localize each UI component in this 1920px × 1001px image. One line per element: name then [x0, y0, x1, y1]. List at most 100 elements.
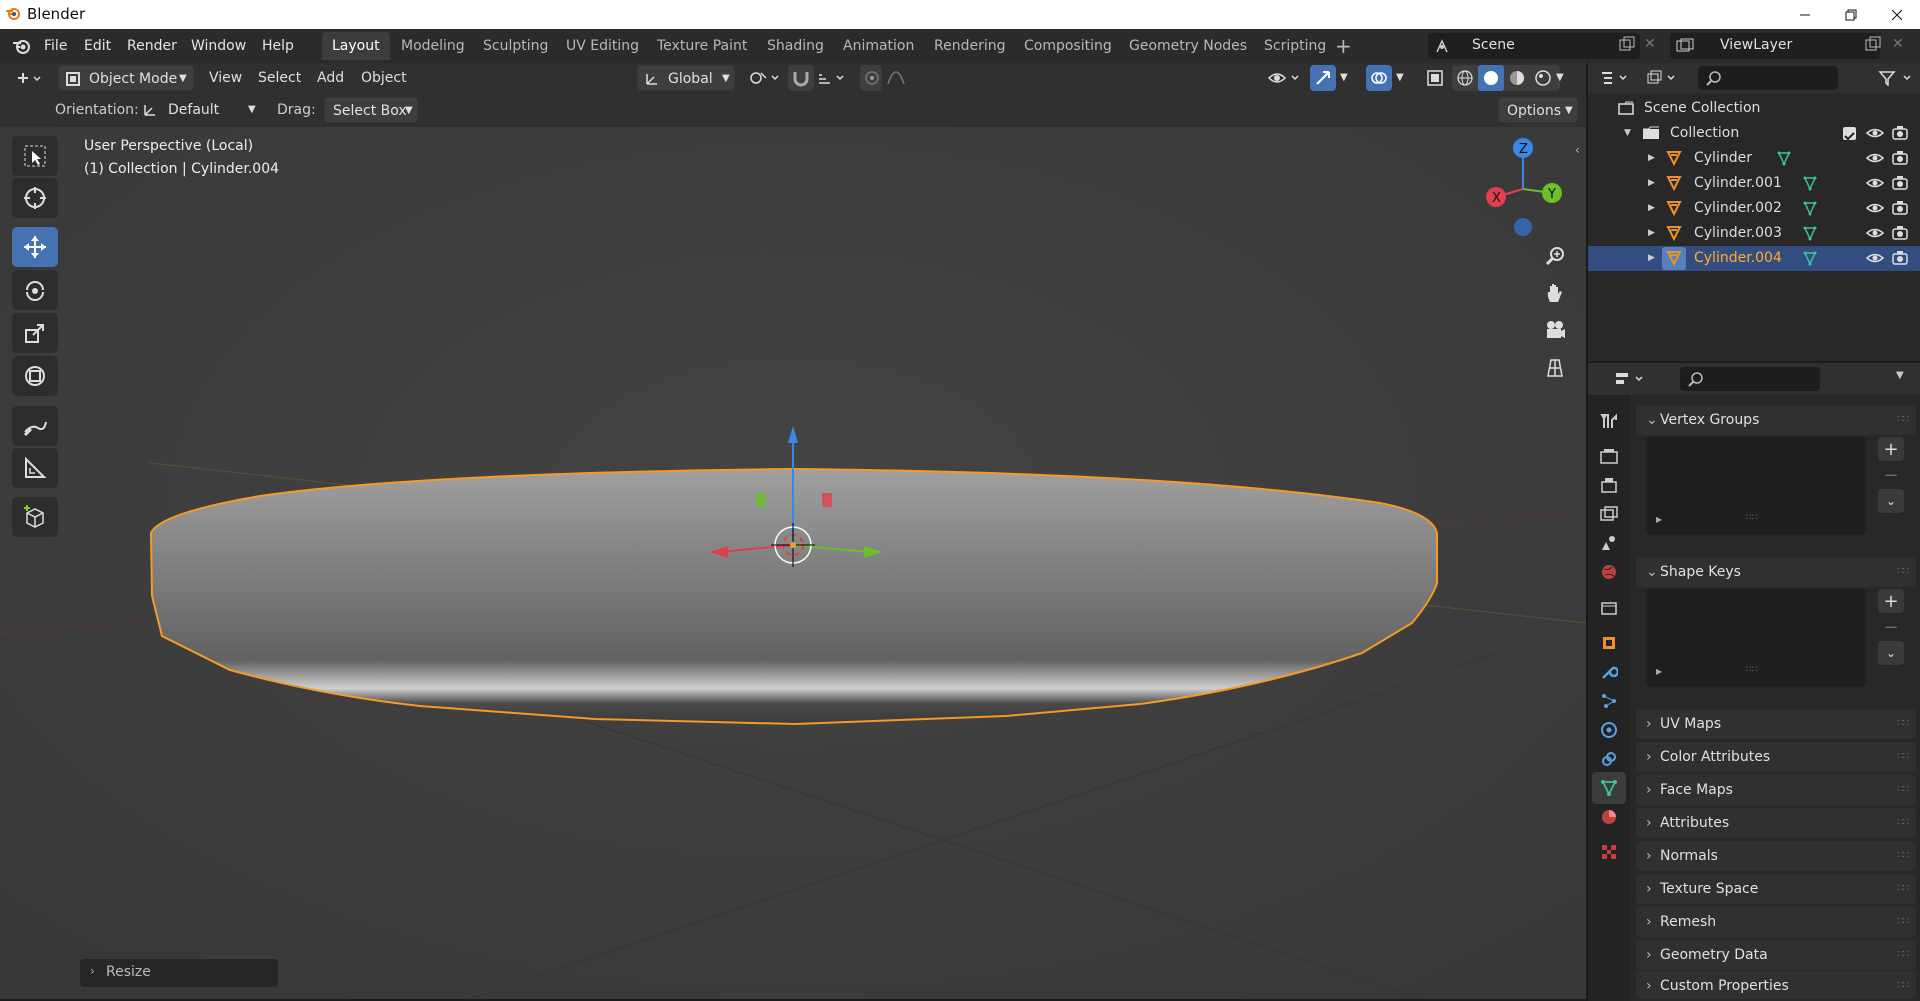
camera-view-button[interactable] — [1538, 313, 1572, 347]
viewlayer-selector[interactable]: ViewLayer — [1670, 33, 1880, 59]
panel-normals[interactable]: › Normals ∷∷ — [1636, 841, 1916, 871]
eye-icon[interactable] — [1866, 226, 1884, 240]
add-workspace-icon[interactable]: + — [1335, 34, 1352, 58]
expand-arrow-icon[interactable]: ▶ — [1648, 146, 1655, 171]
camera-render-icon[interactable] — [1892, 250, 1908, 266]
new-scene-icon[interactable] — [1618, 36, 1636, 54]
tab-modeling[interactable]: Modeling — [391, 32, 475, 60]
camera-render-icon[interactable] — [1892, 200, 1908, 216]
eye-icon[interactable] — [1866, 251, 1884, 265]
tab-particles[interactable] — [1592, 685, 1626, 717]
expand-arrow-icon[interactable]: ▶ — [1648, 171, 1655, 196]
outliner-row-object[interactable]: ▶ Cylinder.003 — [1588, 221, 1920, 246]
outliner-row-scene-collection[interactable]: Scene Collection — [1588, 96, 1920, 121]
vertex-groups-list[interactable]: ▶ ∷∷ — [1646, 437, 1866, 535]
eye-icon[interactable] — [1866, 151, 1884, 165]
restore-button[interactable] — [1828, 0, 1874, 29]
sidebar-collapse-icon[interactable]: ‹ — [1575, 143, 1580, 157]
drag-grip-icon[interactable]: ∷∷ — [1897, 742, 1909, 772]
drag-grip-icon[interactable]: ∷∷ — [1897, 874, 1909, 904]
outliner-row-object[interactable]: ▶ Cylinder — [1588, 146, 1920, 171]
chevron-down-icon[interactable]: ▼ — [1340, 65, 1348, 91]
shape-key-remove-button[interactable]: − — [1878, 615, 1904, 639]
tool-add-cube[interactable] — [12, 497, 58, 537]
drag-selector[interactable]: Select Box ▼ — [324, 97, 418, 123]
tab-object-data[interactable] — [1592, 772, 1626, 804]
tab-geometry-nodes[interactable]: Geometry Nodes — [1119, 32, 1257, 60]
tab-view-layer[interactable] — [1592, 498, 1626, 530]
solid-shading-button[interactable] — [1478, 65, 1504, 91]
tab-scene[interactable] — [1592, 527, 1626, 559]
drag-grip-icon[interactable]: ∷∷ — [1897, 841, 1909, 871]
tab-layout[interactable]: Layout — [322, 32, 390, 60]
new-viewlayer-icon[interactable] — [1864, 36, 1882, 54]
mode-selector[interactable]: Object Mode ▼ — [58, 65, 194, 91]
tab-shading[interactable]: Shading — [757, 32, 834, 60]
panel-vertex-groups[interactable]: ⌄ Vertex Groups ∷∷ — [1636, 405, 1916, 435]
drag-grip-icon[interactable]: ∷∷ — [1897, 775, 1909, 805]
properties-search-input[interactable] — [1680, 367, 1820, 391]
object-menu[interactable]: Object — [361, 65, 407, 91]
panel-color-attributes[interactable]: › Color Attributes ∷∷ — [1636, 742, 1916, 772]
rendered-shading-icon[interactable] — [1534, 69, 1552, 87]
tool-annotate[interactable] — [12, 406, 58, 446]
tab-collection[interactable] — [1592, 592, 1626, 624]
tab-output[interactable] — [1592, 469, 1626, 501]
tool-rotate[interactable] — [12, 270, 58, 310]
tab-scripting[interactable]: Scripting — [1254, 32, 1336, 60]
chevron-down-icon[interactable]: ▼ — [1896, 370, 1904, 381]
vertex-group-specials-button[interactable]: ⌄ — [1878, 489, 1904, 513]
blender-menu-icon[interactable] — [12, 36, 32, 56]
outliner-row-object-selected[interactable]: ▶ Cylinder.004 — [1588, 246, 1920, 271]
outliner-search-input[interactable] — [1698, 66, 1838, 90]
tab-material[interactable] — [1592, 801, 1626, 833]
panel-uv-maps[interactable]: › UV Maps ∷∷ — [1636, 709, 1916, 739]
panel-remesh[interactable]: › Remesh ∷∷ — [1636, 907, 1916, 937]
zoom-button[interactable] — [1538, 239, 1572, 273]
visibility-selector[interactable] — [1266, 65, 1304, 91]
tab-rendering[interactable]: Rendering — [924, 32, 1016, 60]
tool-select-box[interactable] — [12, 136, 58, 176]
list-resize-grip-icon[interactable]: ∷∷ — [1746, 665, 1757, 675]
drag-grip-icon[interactable]: ∷∷ — [1897, 808, 1909, 838]
proportional-falloff-button[interactable] — [884, 65, 918, 91]
scene-selector[interactable]: Scene — [1428, 33, 1640, 59]
3d-viewport[interactable]: Z X Y User Perspective (Local) (1) Colle… — [0, 93, 1586, 999]
orientation-selector[interactable]: Default ▼ — [140, 97, 260, 123]
outliner-editor-icon[interactable] — [1600, 70, 1634, 86]
tab-animation[interactable]: Animation — [833, 32, 924, 60]
material-shading-icon[interactable] — [1508, 69, 1526, 87]
tool-transform[interactable] — [12, 356, 58, 396]
pivot-point-button[interactable] — [744, 65, 784, 91]
display-mode-icon[interactable] — [1646, 70, 1682, 86]
eye-icon[interactable] — [1866, 176, 1884, 190]
panel-geometry-data[interactable]: › Geometry Data ∷∷ — [1636, 940, 1916, 970]
tab-constraints[interactable] — [1592, 743, 1626, 775]
shape-key-add-button[interactable]: + — [1878, 589, 1904, 613]
outliner-row-collection[interactable]: ▼ Collection — [1588, 121, 1920, 146]
panel-custom-properties[interactable]: › Custom Properties ∷∷ — [1636, 971, 1916, 999]
menu-window[interactable]: Window — [191, 29, 246, 63]
list-filter-arrow-icon[interactable]: ▶ — [1656, 515, 1662, 524]
pan-button[interactable] — [1538, 276, 1572, 310]
list-filter-arrow-icon[interactable]: ▶ — [1656, 667, 1662, 676]
options-dropdown[interactable]: Options ▼ — [1498, 97, 1578, 123]
select-menu[interactable]: Select — [258, 65, 301, 91]
tab-world[interactable] — [1592, 556, 1626, 588]
tool-scale[interactable] — [12, 313, 58, 353]
outliner-row-object[interactable]: ▶ Cylinder.002 — [1588, 196, 1920, 221]
camera-render-icon[interactable] — [1892, 125, 1908, 141]
camera-render-icon[interactable] — [1892, 225, 1908, 241]
eye-icon[interactable] — [1866, 201, 1884, 215]
snap-target-button[interactable] — [814, 65, 848, 91]
transform-orientation-selector[interactable]: Global ▼ — [637, 65, 735, 91]
drag-grip-icon[interactable]: ∷∷ — [1897, 907, 1909, 937]
panel-texture-space[interactable]: › Texture Space ∷∷ — [1636, 874, 1916, 904]
tool-move[interactable] — [12, 227, 58, 267]
shape-keys-list[interactable]: ▶ ∷∷ — [1646, 589, 1866, 687]
tool-measure[interactable] — [12, 448, 58, 488]
add-menu[interactable]: Add — [317, 65, 344, 91]
panel-shape-keys[interactable]: ⌄ Shape Keys ∷∷ — [1636, 557, 1916, 587]
expand-arrow-icon[interactable]: ▶ — [1648, 196, 1655, 221]
menu-file[interactable]: File — [44, 29, 67, 63]
